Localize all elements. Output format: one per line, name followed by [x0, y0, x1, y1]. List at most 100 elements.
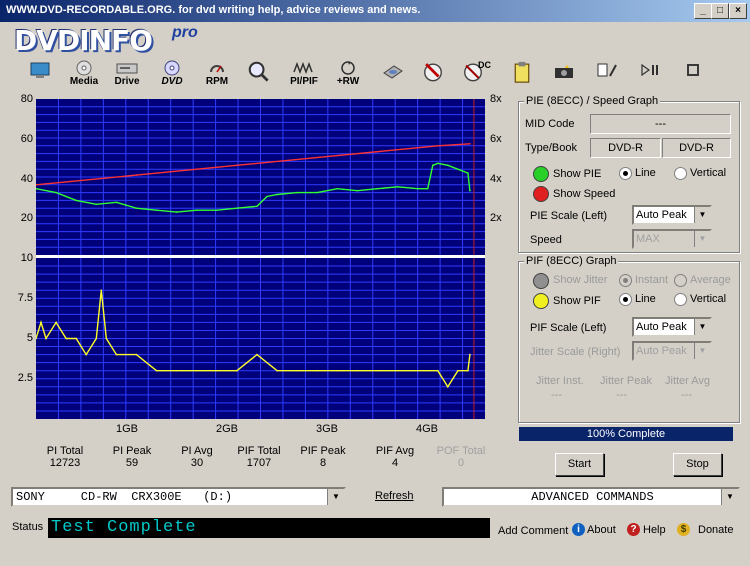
add-comment-link[interactable]: Add Comment — [498, 525, 568, 537]
pie-vertical-radio[interactable] — [674, 167, 687, 180]
minimize-button[interactable]: _ — [694, 3, 712, 19]
info-icon[interactable]: i — [572, 523, 585, 536]
show-jitter-label[interactable]: Show Jitter — [553, 274, 607, 286]
rpm-label: RPM — [205, 76, 229, 87]
donate-link[interactable]: Donate — [698, 524, 733, 536]
brush-button[interactable] — [418, 60, 448, 90]
pie-point — [376, 187, 379, 190]
pie-point — [416, 187, 419, 190]
bottom-y-label: 2.5 — [17, 372, 33, 384]
pif-line-radio[interactable] — [619, 293, 632, 306]
pif-plot — [35, 258, 485, 419]
advanced-commands-select[interactable]: ADVANCED COMMANDS ▼ — [442, 487, 740, 507]
pie-scale-select[interactable]: Auto Peak ▼ — [632, 205, 712, 225]
pie-panel-title: PIE (8ECC) / Speed Graph — [524, 95, 661, 107]
edit-button[interactable] — [592, 60, 622, 90]
pie-scale-label: PIE Scale (Left) — [530, 210, 608, 222]
pif-point — [296, 369, 298, 372]
camera-button[interactable] — [550, 60, 578, 90]
pie-point — [316, 191, 319, 194]
help-icon[interactable]: ? — [627, 523, 640, 536]
x-axis-label: 3GB — [316, 423, 339, 435]
pif-scale-select[interactable]: Auto Peak ▼ — [632, 317, 712, 337]
pie-point — [135, 207, 138, 209]
logo-text: DVDINFO — [14, 24, 153, 57]
chevron-down-icon: ▼ — [694, 231, 710, 247]
show-pif-label[interactable]: Show PIF — [553, 295, 601, 307]
play-pause-button[interactable] — [636, 60, 664, 90]
rpm-button[interactable]: RPM — [200, 60, 234, 90]
pif-avg-stat: PIF Avg 4 — [360, 445, 430, 469]
clipboard-button[interactable] — [510, 60, 534, 90]
help-link[interactable]: Help — [643, 524, 666, 536]
jitter-inst-label: Jitter Inst. — [536, 375, 584, 387]
jitter-average-radio[interactable] — [674, 274, 687, 287]
pif-peak-stat: PIF Peak 8 — [288, 445, 358, 469]
speed-point — [469, 143, 471, 145]
jitter-scale-select[interactable]: Auto Peak ▼ — [632, 341, 712, 361]
pie-speed-chart — [35, 99, 485, 255]
top-y-label: 20 — [20, 212, 33, 224]
rw-button[interactable]: +RW — [332, 60, 364, 90]
chevron-down-icon: ▼ — [694, 207, 710, 223]
pif-point — [65, 337, 67, 340]
pipif-button[interactable]: PI/PIF — [284, 60, 324, 90]
about-link[interactable]: About — [587, 524, 616, 536]
drive-button[interactable]: Drive — [108, 60, 146, 90]
stop-toolbar-button[interactable] — [680, 60, 706, 90]
donate-icon[interactable]: $ — [677, 523, 690, 536]
media-button[interactable]: Media — [66, 60, 102, 90]
media-label: Media — [69, 76, 99, 87]
disc-writer-icon — [383, 65, 403, 79]
stop-button[interactable]: Stop — [673, 453, 722, 476]
type-field: DVD-R — [590, 138, 661, 158]
speed-point — [236, 164, 238, 167]
close-button[interactable]: × — [729, 3, 747, 19]
pi-avg-stat: PI Avg 30 — [162, 445, 232, 469]
speed-y-label: 8x — [490, 93, 502, 105]
pif-point — [447, 386, 449, 388]
pif-point — [236, 369, 238, 372]
show-pie-label[interactable]: Show PIE — [553, 168, 601, 180]
clipboard-icon — [514, 61, 530, 83]
pif-color-indicator[interactable] — [533, 293, 549, 309]
maximize-button[interactable]: □ — [711, 3, 729, 19]
pif-point — [135, 353, 138, 356]
dc-button[interactable]: DC — [462, 60, 496, 90]
pie-line-radio[interactable] — [619, 167, 632, 180]
pif-point — [469, 353, 471, 356]
pie-point — [266, 195, 268, 198]
monitor-icon — [30, 62, 50, 78]
disc-tool-button[interactable] — [378, 60, 408, 90]
refresh-link[interactable]: Refresh — [375, 490, 414, 502]
monitor-button[interactable] — [26, 60, 54, 90]
x-axis-label: 4GB — [416, 423, 439, 435]
dvd-label: DVD — [161, 76, 183, 87]
title-bar: WWW.DVD-RECORDABLE.ORG. for dvd writing … — [0, 0, 750, 22]
show-speed-label[interactable]: Show Speed — [553, 188, 615, 200]
pie-color-indicator[interactable] — [533, 166, 549, 182]
jitter-instant-radio[interactable] — [619, 274, 632, 287]
pof-total-value: 0 — [457, 457, 465, 469]
pif-point — [256, 353, 258, 356]
pie-point — [155, 209, 158, 211]
x-axis-label: 2GB — [216, 423, 239, 435]
pie-point — [296, 191, 298, 194]
start-button[interactable]: Start — [555, 453, 604, 476]
dvd-button[interactable]: DVD — [156, 60, 188, 90]
jitter-color-indicator[interactable] — [533, 273, 549, 289]
pif-vertical-radio[interactable] — [674, 293, 687, 306]
pie-plot — [35, 99, 485, 255]
speed-color-indicator[interactable] — [533, 186, 549, 202]
scan-button[interactable] — [244, 60, 272, 90]
pif-point — [95, 337, 98, 340]
pif-vertical-label: Vertical — [690, 293, 727, 305]
jitter-avg-label: Jitter Avg — [665, 375, 711, 387]
speed-select[interactable]: MAX ▼ — [632, 229, 712, 249]
pif-point — [216, 369, 218, 372]
play-pause-icon — [641, 63, 658, 77]
instant-label: Instant — [635, 274, 669, 286]
pie-point — [115, 201, 118, 204]
status-label: Status — [12, 521, 44, 533]
drive-select[interactable]: SONY CD-RW CRX300E (D:) ▼ — [11, 487, 346, 507]
